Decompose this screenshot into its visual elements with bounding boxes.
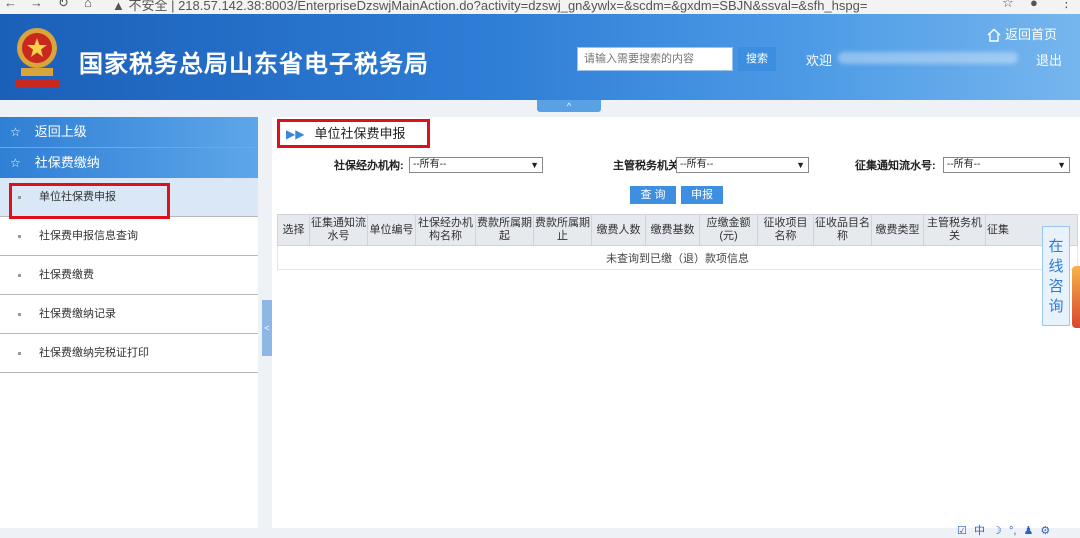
site-header: 国家税务总局山东省电子税务局 搜索 欢迎 返回首页 退出 [0, 14, 1080, 100]
home-link-label: 返回首页 [1005, 27, 1058, 42]
punctuation-icon[interactable]: °, [1009, 525, 1016, 537]
column-header[interactable]: 单位编号 [367, 214, 416, 246]
column-header[interactable]: 缴费基数 [645, 214, 700, 246]
table-row: 未查询到已缴（退）款项信息 [277, 245, 1078, 270]
column-header[interactable]: 主管税务机关 [923, 214, 986, 246]
table-header-row: 选择 征集通知流水号 单位编号 社保经办机构名称 费款所属期起 费款所属期止 缴… [277, 214, 1078, 246]
browser-address-bar[interactable]: ← → ↻ ⌂ ▲ 不安全 | 218.57.142.38:8003/Enter… [0, 0, 1080, 14]
chevron-down-icon: ▼ [530, 160, 539, 170]
column-header[interactable]: 征收项目名称 [757, 214, 814, 246]
profile-icon[interactable]: ● [1030, 0, 1038, 10]
home-link[interactable]: 返回首页 [987, 24, 1057, 43]
agency-select[interactable]: --所有-- ▼ [409, 157, 543, 173]
moon-icon[interactable]: ☽ [992, 525, 1002, 537]
reload-icon[interactable]: ↻ [58, 0, 69, 11]
site-title: 国家税务总局山东省电子税务局 [79, 51, 429, 78]
column-header[interactable]: 缴费人数 [591, 214, 646, 246]
chinese-mode-icon[interactable]: 中 [974, 525, 985, 537]
bullet-icon [18, 273, 21, 277]
column-header[interactable]: 缴费类型 [871, 214, 924, 246]
column-header[interactable]: 选择 [277, 214, 310, 246]
home-icon[interactable]: ⌂ [84, 0, 92, 10]
tax-office-select[interactable]: --所有-- ▼ [676, 157, 809, 173]
column-header[interactable]: 征收品目名称 [813, 214, 872, 246]
notice-number-select[interactable]: --所有-- ▼ [943, 157, 1070, 173]
house-icon [987, 28, 1001, 42]
declare-button[interactable]: 申报 [681, 186, 723, 204]
online-consult-widget[interactable]: 在线咨询 [1042, 226, 1070, 326]
bullet-icon [18, 351, 21, 355]
sidebar-item-label: 社保费申报信息查询 [39, 230, 138, 242]
checkbox-icon[interactable]: ☑ [957, 525, 967, 537]
sidebar-back[interactable]: ☆ 返回上级 [0, 117, 258, 147]
sidebar-item-declaration-query[interactable]: 社保费申报信息查询 [0, 217, 258, 256]
tax-emblem-logo [15, 28, 59, 88]
chevron-down-icon: ▼ [796, 160, 805, 170]
notice-number-label: 征集通知流水号: [855, 160, 936, 172]
star-icon: ☆ [10, 125, 21, 139]
sidebar-collapse-toggle[interactable]: < [262, 300, 272, 356]
forward-icon[interactable]: → [30, 0, 43, 10]
browser-menu-icon[interactable]: ⋮ [1060, 0, 1073, 11]
header-collapse-toggle[interactable]: ^ [537, 100, 601, 112]
column-header[interactable]: 费款所属期止 [533, 214, 592, 246]
column-header[interactable]: 社保经办机构名称 [415, 214, 476, 246]
back-icon[interactable]: ← [4, 0, 17, 10]
declaration-table: 选择 征集通知流水号 单位编号 社保经办机构名称 费款所属期起 费款所属期止 缴… [277, 214, 1078, 270]
sidebar: ☆ 返回上级 ☆ 社保费缴纳 单位社保费申报 社保费申报信息查询 社保费缴费 社保费… [0, 117, 258, 528]
query-button[interactable]: 查 询 [630, 186, 676, 204]
main-panel: ▶▶ 单位社保费申报 社保经办机构: --所有-- ▼ 主管税务机关: --所有--… [272, 117, 1080, 528]
column-header[interactable]: 应缴金额(元) [699, 214, 758, 246]
empty-table-message: 未查询到已缴（退）款项信息 [277, 245, 1078, 270]
notice-number-select-value: --所有-- [947, 159, 981, 170]
mascot-decoration [1072, 266, 1080, 328]
sidebar-back-label: 返回上级 [34, 124, 87, 139]
tax-office-select-value: --所有-- [680, 159, 714, 170]
highlight-box [277, 119, 430, 148]
sidebar-item-payment-records[interactable]: 社保费缴纳记录 [0, 295, 258, 334]
gear-icon[interactable]: ⚙ [1040, 525, 1050, 537]
ime-toolbar[interactable]: ☑ 中 ☽ °, ♟ ⚙ [957, 522, 1054, 538]
chevron-down-icon: ▼ [1057, 160, 1066, 170]
bullet-icon [18, 312, 21, 316]
blurred-username [838, 52, 1018, 64]
column-header[interactable]: 费款所属期起 [475, 214, 534, 246]
highlight-box [9, 183, 170, 219]
bullet-icon [18, 234, 21, 238]
bookmark-star-icon[interactable]: ☆ [1002, 0, 1014, 11]
sidebar-item-payment[interactable]: 社保费缴费 [0, 256, 258, 295]
welcome-text: 欢迎 [806, 53, 833, 68]
sidebar-item-label: 社保费缴纳完税证打印 [39, 347, 149, 359]
sidebar-section-label: 社保费缴纳 [34, 155, 100, 170]
sidebar-item-tax-certificate-print[interactable]: 社保费缴纳完税证打印 [0, 334, 258, 373]
tax-office-label: 主管税务机关: [613, 160, 683, 172]
star-icon: ☆ [10, 156, 21, 170]
sidebar-item-label: 社保费缴纳记录 [39, 308, 116, 320]
search-input[interactable] [577, 47, 733, 71]
agency-select-value: --所有-- [413, 159, 447, 170]
url-text[interactable]: ▲ 不安全 | 218.57.142.38:8003/EnterpriseDzs… [112, 0, 867, 14]
logout-link[interactable]: 退出 [1036, 50, 1062, 69]
sidebar-section-header[interactable]: ☆ 社保费缴纳 [0, 147, 258, 178]
column-header[interactable]: 征集通知流水号 [309, 214, 368, 246]
user-icon[interactable]: ♟ [1023, 525, 1033, 537]
agency-label: 社保经办机构: [334, 160, 404, 172]
sidebar-item-label: 社保费缴费 [39, 269, 94, 281]
search-button[interactable]: 搜索 [738, 47, 776, 71]
